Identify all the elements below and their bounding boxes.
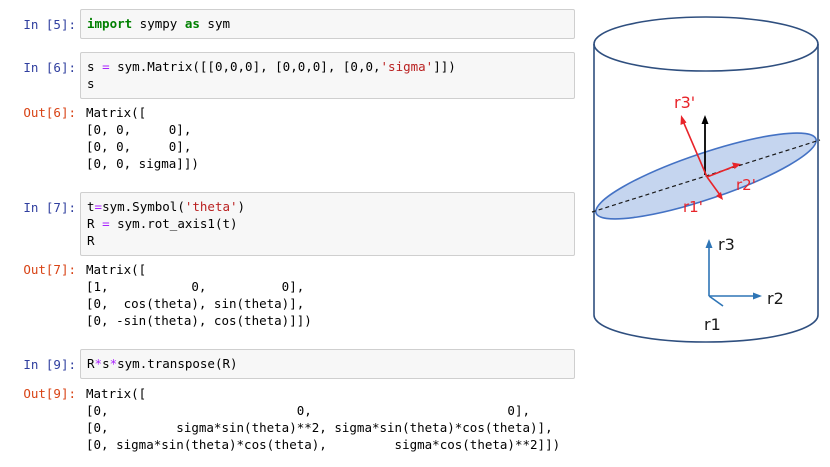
- code-line: t=sym.Symbol('theta'): [87, 198, 568, 215]
- code-token: 'sigma': [380, 59, 434, 74]
- code-line: R = sym.rot_axis1(t): [87, 215, 568, 232]
- code-input-cell[interactable]: s = sym.Matrix([[0,0,0], [0,0,0], [0,0,'…: [80, 52, 575, 99]
- input-prompt: In [6]:: [23, 60, 76, 75]
- output-prompt: Out[9]:: [23, 386, 76, 401]
- output-line: [0, 0, 0],: [86, 139, 192, 154]
- code-input-cell[interactable]: R*s*sym.transpose(R): [80, 349, 575, 379]
- stress-rotation-figure: r3' r2' r1' r3 r2 r1: [591, 16, 821, 343]
- code-token: sympy: [132, 16, 185, 31]
- code-token: 'theta': [184, 199, 238, 214]
- code-token: =: [102, 216, 110, 231]
- input-prompt: In [9]:: [23, 357, 76, 372]
- code-line: R: [87, 232, 568, 249]
- code-token: R: [87, 356, 95, 371]
- code-token: *: [109, 356, 118, 371]
- output-line: [0, cos(theta), sin(theta)],: [86, 296, 305, 311]
- output-prompt: Out[7]:: [23, 262, 76, 277]
- code-token: *: [94, 356, 103, 371]
- output-line: Matrix([: [86, 386, 147, 401]
- output-area: Matrix([ [1, 0, 0], [0, cos(theta), sin(th…: [86, 261, 576, 329]
- label-r2-prime: r2': [736, 176, 756, 194]
- output-line: [0, 0, 0],: [86, 122, 192, 137]
- output-line: [0, sigma*sin(theta)**2, sigma*sin(theta…: [86, 420, 553, 435]
- code-token: sym.rot_axis1(t): [109, 216, 238, 231]
- code-line: import sympy as sym: [87, 15, 568, 32]
- code-input-cell[interactable]: import sympy as sym: [80, 9, 575, 39]
- code-token: ]]): [433, 59, 456, 74]
- output-area: Matrix([ [0, 0, 0], [0, 0, 0], [0, 0, sigma…: [86, 104, 576, 172]
- code-token: t: [87, 199, 95, 214]
- label-r3: r3: [718, 235, 735, 254]
- code-token: =: [94, 199, 103, 214]
- label-r2: r2: [767, 289, 784, 308]
- output-prompt: Out[6]:: [23, 105, 76, 120]
- output-line: [0, -sin(theta), cos(theta)]]): [86, 313, 312, 328]
- label-r1-prime: r1': [683, 198, 703, 216]
- output-line: [0, 0, 0],: [86, 403, 531, 418]
- code-line: s: [87, 75, 568, 92]
- label-r3-prime: r3': [674, 93, 695, 112]
- code-token: s: [87, 76, 95, 91]
- output-area: Matrix([ [0, 0, 0], [0, sigma*sin(theta)**…: [86, 385, 576, 453]
- code-line: s = sym.Matrix([[0,0,0], [0,0,0], [0,0,'…: [87, 58, 568, 75]
- output-line: Matrix([: [86, 105, 147, 120]
- input-prompt: In [7]:: [23, 200, 76, 215]
- code-token: ): [237, 199, 246, 214]
- code-input-cell[interactable]: t=sym.Symbol('theta') R = sym.rot_axis1(t…: [80, 192, 575, 256]
- code-token: import: [87, 16, 133, 31]
- code-line: R*s*sym.transpose(R): [87, 355, 568, 372]
- output-line: [0, sigma*sin(theta)*cos(theta), sigma*c…: [86, 437, 561, 452]
- code-token: R: [87, 233, 95, 248]
- output-line: Matrix([: [86, 262, 147, 277]
- code-token: =: [102, 59, 110, 74]
- label-r1: r1: [704, 315, 721, 334]
- cylinder-top-ellipse: [593, 16, 819, 72]
- code-token: s: [102, 356, 110, 371]
- code-token: as: [184, 16, 200, 31]
- output-line: [1, 0, 0],: [86, 279, 305, 294]
- output-line: [0, 0, sigma]]): [86, 156, 199, 171]
- code-token: sym.transpose(R): [117, 356, 238, 371]
- code-token: sym.Symbol(: [102, 199, 185, 214]
- code-token: sym: [199, 16, 231, 31]
- code-token: R: [87, 216, 103, 231]
- input-prompt: In [5]:: [23, 17, 76, 32]
- code-token: s: [87, 59, 103, 74]
- code-token: sym.Matrix([[0,0,0], [0,0,0], [0,0,: [109, 59, 381, 74]
